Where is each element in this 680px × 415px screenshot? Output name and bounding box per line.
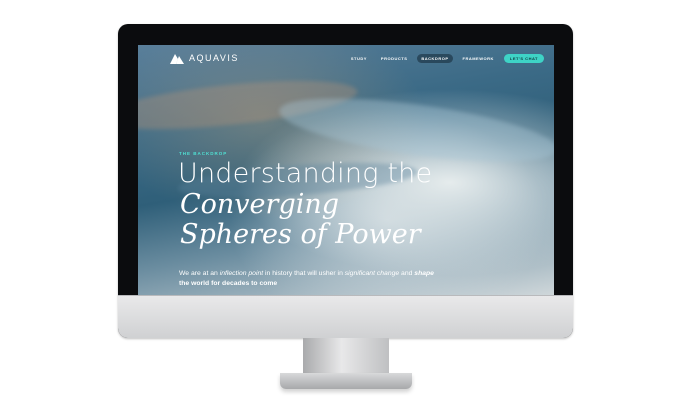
website-screen: AQUAVIS STUDY PRODUCTS BACKDROP FRAMEWOR… — [138, 45, 554, 295]
monitor-chin — [118, 295, 573, 338]
monitor: AQUAVIS STUDY PRODUCTS BACKDROP FRAMEWOR… — [118, 24, 573, 338]
nav-item-products[interactable]: PRODUCTS — [377, 54, 411, 63]
lets-chat-button[interactable]: LET'S CHAT — [503, 54, 544, 63]
hero-intro-text: We are at an inflection point in history… — [179, 269, 439, 288]
hero-headline-line-3: Spheres of Power — [180, 219, 421, 250]
monitor-stand-neck — [303, 338, 389, 376]
intro-text: We are at an — [179, 270, 220, 277]
nav-item-study[interactable]: STUDY — [347, 54, 371, 63]
hero-headline-line-1: Understanding the — [178, 158, 433, 189]
intro-bold-text: the world for decades to come — [179, 279, 278, 287]
intro-emphasis: inflection point — [219, 270, 264, 277]
intro-emphasis: shape — [414, 270, 434, 277]
intro-text: and — [399, 270, 415, 277]
monitor-stand-base — [280, 373, 412, 389]
nav-menu: STUDY PRODUCTS BACKDROP FRAMEWORK LET'S … — [347, 54, 544, 63]
section-eyebrow: THE BACKDROP — [179, 151, 228, 156]
top-navigation: AQUAVIS STUDY PRODUCTS BACKDROP FRAMEWOR… — [138, 45, 554, 75]
nav-item-framework[interactable]: FRAMEWORK — [459, 54, 498, 63]
hero-headline-line-2: Converging — [180, 189, 340, 220]
nav-item-backdrop[interactable]: BACKDROP — [417, 54, 453, 63]
brand-logo[interactable]: AQUAVIS — [170, 52, 239, 64]
triangle-mountain-icon — [170, 52, 184, 64]
brand-name: AQUAVIS — [189, 53, 239, 63]
hero-headline-emphasis: Converging Spheres of Power — [180, 190, 421, 250]
intro-emphasis: significant change — [344, 270, 400, 277]
intro-text: in history that will usher in — [263, 270, 345, 277]
